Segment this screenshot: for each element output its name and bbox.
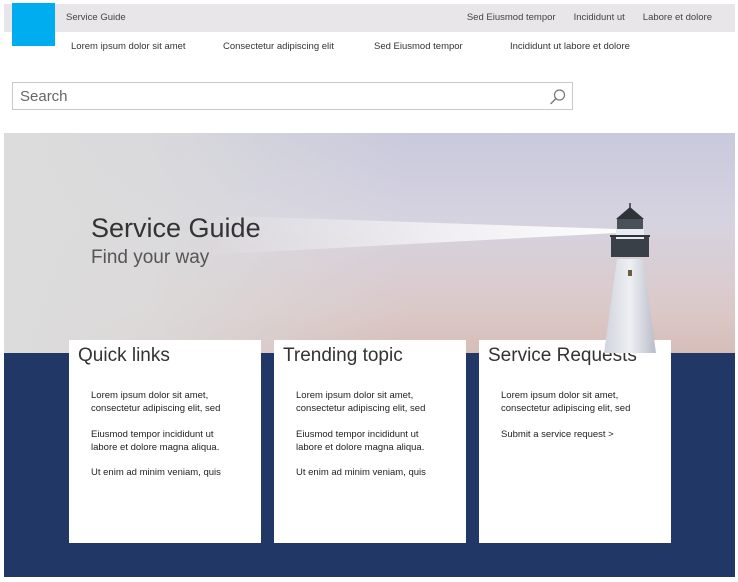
search-icon[interactable] [549, 88, 567, 106]
card-text-line: consectetur adipiscing elit, sed [501, 403, 631, 414]
logo[interactable] [12, 3, 55, 46]
submit-service-request-link[interactable]: Submit a service request > [501, 428, 614, 441]
card-text-line: labore et dolore magna aliqua. [91, 442, 220, 453]
card-text-line: Ut enim ad minim veniam, quis [296, 467, 426, 478]
card-quick-links: Quick links Lorem ipsum dolor sit amet, … [69, 340, 261, 543]
sub-navigation: Lorem ipsum dolor sit amet Consectetur a… [71, 41, 691, 55]
subnav-item-consectetur[interactable]: Consectetur adipiscing elit [223, 41, 334, 52]
card-text-line: Eiusmod tempor incididunt ut [91, 429, 214, 440]
top-link-labore[interactable]: Labore et dolore [643, 12, 712, 23]
card-text-line: consectetur adipiscing elit, sed [296, 403, 426, 414]
top-links: Sed Eiusmod tempor Incididunt ut Labore … [467, 12, 712, 23]
subnav-item-lorem[interactable]: Lorem ipsum dolor sit amet [71, 41, 186, 52]
search-box [12, 82, 573, 110]
card-trending-topic: Trending topic Lorem ipsum dolor sit ame… [274, 340, 466, 543]
card-text-line: Lorem ipsum dolor sit amet, [296, 390, 414, 401]
hero-title: Service Guide [91, 213, 261, 243]
card-text-line: Ut enim ad minim veniam, quis [91, 467, 221, 478]
subnav-item-incididunt[interactable]: Incididunt ut labore et dolore [510, 41, 630, 52]
site-title[interactable]: Service Guide [66, 12, 126, 23]
card-service-requests: Service Requests Lorem ipsum dolor sit a… [479, 340, 671, 543]
card-text-line: labore et dolore magna aliqua. [296, 442, 425, 453]
subnav-item-sed-eiusmod[interactable]: Sed Eiusmod tempor [374, 41, 463, 52]
hero-banner: Service Guide Find your way [4, 133, 735, 353]
top-link-sed-eiusmod[interactable]: Sed Eiusmod tempor [467, 12, 556, 23]
card-text-line: Lorem ipsum dolor sit amet, [501, 390, 619, 401]
card-text-line: Eiusmod tempor incididunt ut [296, 429, 419, 440]
card-text-line: Lorem ipsum dolor sit amet, [91, 390, 209, 401]
hero-subtitle: Find your way [91, 247, 210, 268]
top-link-incididunt[interactable]: Incididunt ut [574, 12, 625, 23]
search-input[interactable] [20, 87, 540, 105]
card-text-line: consectetur adipiscing elit, sed [91, 403, 221, 414]
